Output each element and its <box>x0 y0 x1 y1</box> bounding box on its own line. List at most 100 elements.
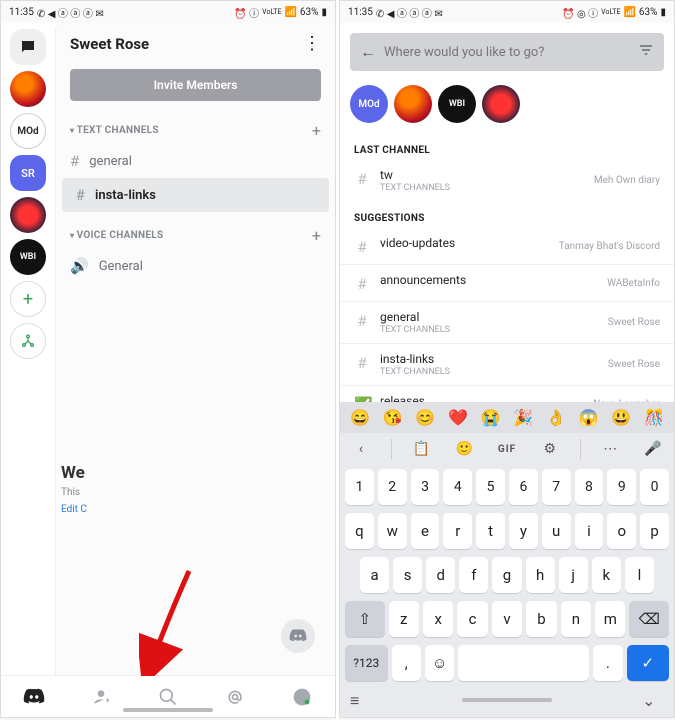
text-channels-label[interactable]: ▾ TEXT CHANNELS <box>70 125 159 136</box>
emoji-keyboard-key[interactable]: ☺ <box>425 645 454 681</box>
key-r[interactable]: r <box>443 513 472 549</box>
avatar-wbi[interactable]: WBI <box>438 85 476 123</box>
discord-fab[interactable] <box>281 619 315 653</box>
emoji-key[interactable]: 😄 <box>350 408 370 427</box>
avatar-red[interactable] <box>482 85 520 123</box>
emoji-key[interactable]: 🎊 <box>644 408 664 427</box>
nav-profile-icon[interactable] <box>291 686 313 708</box>
key-a[interactable]: a <box>360 557 389 593</box>
add-server-button[interactable]: + <box>10 281 46 317</box>
period-key[interactable]: . <box>593 645 622 681</box>
dm-icon[interactable] <box>10 29 46 65</box>
nav-mentions-icon[interactable] <box>224 686 246 708</box>
key-4[interactable]: 4 <box>443 469 472 505</box>
back-icon[interactable]: ← <box>360 42 376 62</box>
emoji-key[interactable]: 😭 <box>481 408 501 427</box>
key-x[interactable]: x <box>423 601 453 637</box>
shift-key[interactable]: ⇧ <box>345 601 385 637</box>
key-0[interactable]: 0 <box>640 469 669 505</box>
key-q[interactable]: q <box>345 513 374 549</box>
voice-channels-label[interactable]: ▾ VOICE CHANNELS <box>70 230 163 241</box>
emoji-key[interactable]: 😱 <box>579 408 599 427</box>
nav-search-icon[interactable] <box>157 686 179 708</box>
key-7[interactable]: 7 <box>542 469 571 505</box>
avatar-2[interactable] <box>394 85 432 123</box>
key-8[interactable]: 8 <box>575 469 604 505</box>
key-l[interactable]: l <box>625 557 654 593</box>
sticker-icon[interactable]: 🙂 <box>451 441 477 457</box>
server-avatar-1[interactable] <box>10 71 46 107</box>
more-icon[interactable]: ⋯ <box>597 441 623 457</box>
key-v[interactable]: v <box>492 601 522 637</box>
key-o[interactable]: o <box>607 513 636 549</box>
key-n[interactable]: n <box>561 601 591 637</box>
enter-key[interactable]: ✓ <box>627 645 670 681</box>
server-wbi[interactable]: WBI <box>10 239 46 275</box>
key-s[interactable]: s <box>393 557 422 593</box>
emoji-key[interactable]: 👌 <box>546 408 566 427</box>
avatar-mod[interactable]: MOd <box>350 85 388 123</box>
invite-button[interactable]: Invite Members <box>70 69 321 101</box>
hide-keyboard-icon[interactable]: ⌄ <box>642 691 664 709</box>
nav-friends-icon[interactable] <box>90 686 112 708</box>
key-p[interactable]: p <box>640 513 669 549</box>
collapse-icon[interactable]: ‹ <box>348 441 374 457</box>
key-9[interactable]: 9 <box>607 469 636 505</box>
key-b[interactable]: b <box>526 601 556 637</box>
key-2[interactable]: 2 <box>378 469 407 505</box>
voice-general[interactable]: 🔊General <box>56 249 335 283</box>
key-w[interactable]: w <box>378 513 407 549</box>
emoji-key[interactable]: ❤️ <box>448 408 468 427</box>
key-d[interactable]: d <box>426 557 455 593</box>
server-mod[interactable]: MOd <box>10 113 46 149</box>
key-i[interactable]: i <box>575 513 604 549</box>
key-g[interactable]: g <box>492 557 521 593</box>
key-z[interactable]: z <box>389 601 419 637</box>
add-voice-channel-icon[interactable]: + <box>312 226 321 245</box>
edit-link[interactable]: Edit C <box>61 504 87 515</box>
suggestion-item[interactable]: #announcementsWABetaInfo <box>340 267 674 299</box>
key-t[interactable]: t <box>476 513 505 549</box>
channel-insta-links[interactable]: #insta-links <box>62 178 329 212</box>
key-f[interactable]: f <box>459 557 488 593</box>
gif-button[interactable]: GIF <box>494 444 520 455</box>
suggestion-item[interactable]: #insta-linksTEXT CHANNELSSweet Rose <box>340 346 674 383</box>
emoji-key[interactable]: 😊 <box>415 408 435 427</box>
suggestion-item[interactable]: #generalTEXT CHANNELSSweet Rose <box>340 304 674 341</box>
last-channel-entry[interactable]: # twTEXT CHANNELS Meh Own diary <box>340 162 674 199</box>
key-3[interactable]: 3 <box>411 469 440 505</box>
backspace-key[interactable]: ⌫ <box>629 601 669 637</box>
server-sr-selected[interactable]: SR <box>10 155 46 191</box>
recent-apps-icon[interactable]: ≡ <box>350 691 372 709</box>
key-e[interactable]: e <box>411 513 440 549</box>
discover-button[interactable] <box>10 323 46 359</box>
emoji-key[interactable]: 😃 <box>611 408 631 427</box>
space-key[interactable] <box>458 645 589 681</box>
filter-icon[interactable] <box>638 42 654 62</box>
key-c[interactable]: c <box>457 601 487 637</box>
key-j[interactable]: j <box>559 557 588 593</box>
mic-icon[interactable]: 🎤 <box>640 441 666 457</box>
clipboard-icon[interactable]: 📋 <box>409 441 435 457</box>
emoji-key[interactable]: 😘 <box>383 408 403 427</box>
server-red[interactable] <box>10 197 46 233</box>
key-h[interactable]: h <box>526 557 555 593</box>
key-1[interactable]: 1 <box>345 469 374 505</box>
nav-discord-icon[interactable] <box>23 686 45 708</box>
symbols-key[interactable]: ?123 <box>345 645 388 681</box>
more-icon[interactable]: ⋮ <box>303 35 321 53</box>
emoji-key[interactable]: 🎉 <box>513 408 533 427</box>
key-u[interactable]: u <box>542 513 571 549</box>
search-input[interactable] <box>384 45 630 60</box>
comma-key[interactable]: , <box>392 645 421 681</box>
channel-general[interactable]: #general <box>56 144 335 178</box>
add-text-channel-icon[interactable]: + <box>312 121 321 140</box>
home-indicator <box>123 708 213 712</box>
key-m[interactable]: m <box>595 601 625 637</box>
key-k[interactable]: k <box>592 557 621 593</box>
settings-icon[interactable]: ⚙ <box>537 441 563 457</box>
key-5[interactable]: 5 <box>476 469 505 505</box>
key-y[interactable]: y <box>509 513 538 549</box>
suggestion-item[interactable]: #video-updatesTanmay Bhat's Discord <box>340 230 674 262</box>
key-6[interactable]: 6 <box>509 469 538 505</box>
